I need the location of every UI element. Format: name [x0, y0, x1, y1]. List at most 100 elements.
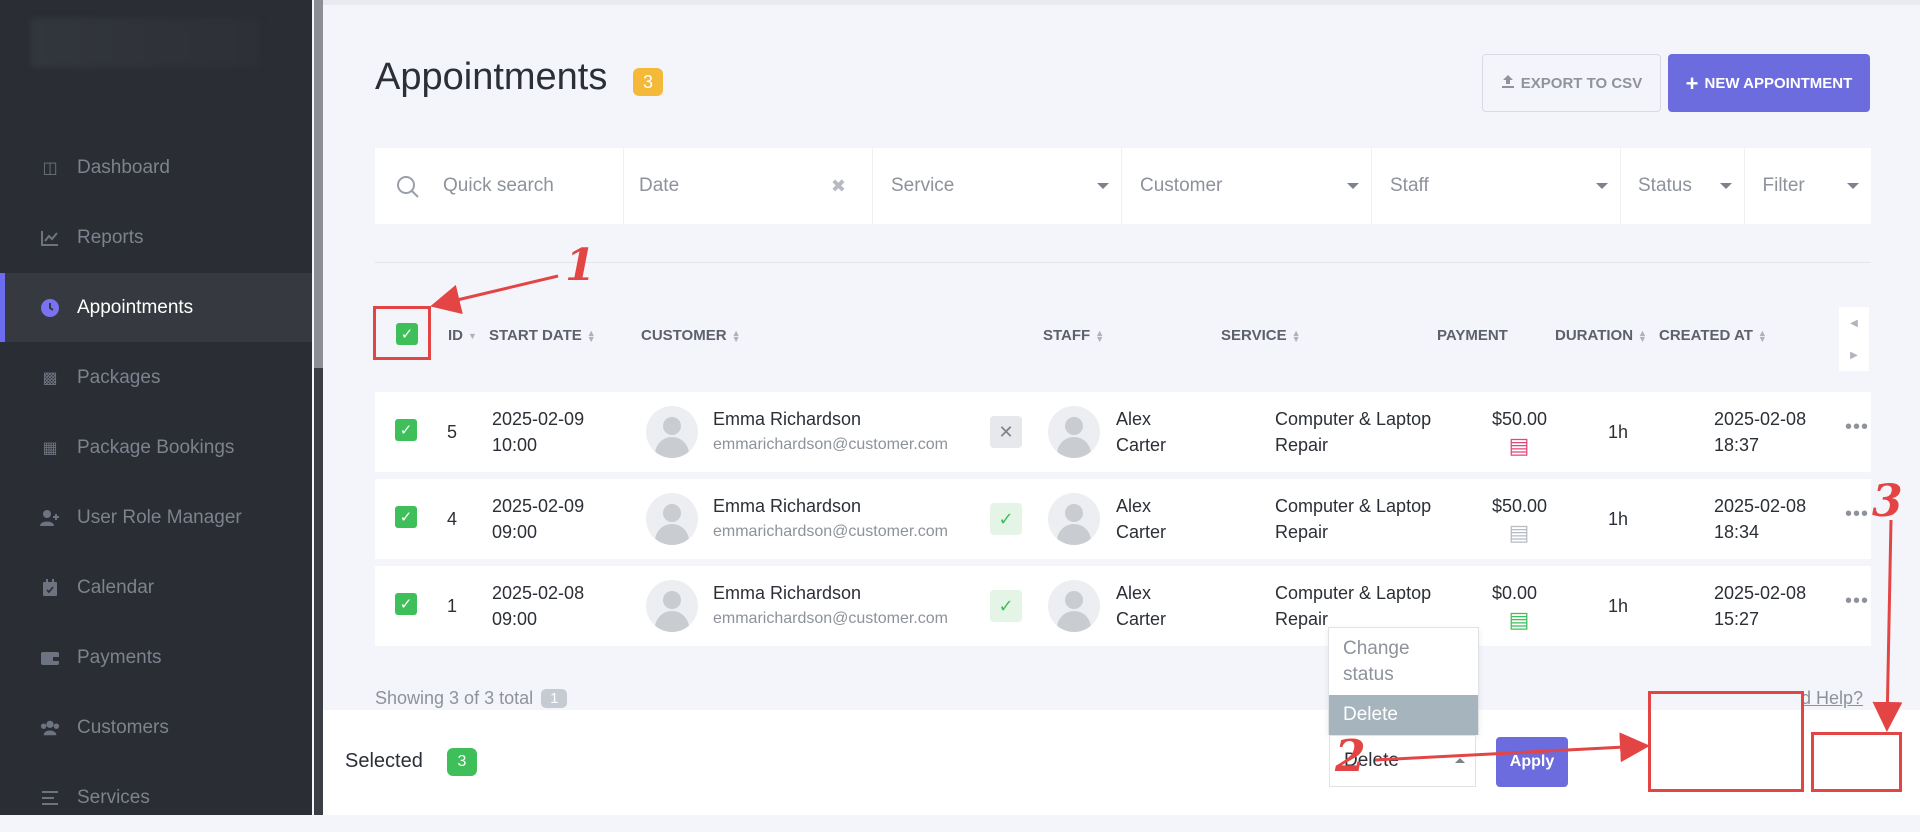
row-duration: 1h	[1608, 596, 1629, 616]
new-appointment-label: NEW APPOINTMENT	[1704, 74, 1853, 92]
user-plus-icon	[40, 508, 60, 528]
logo	[30, 18, 260, 68]
date-filter[interactable]: Date ✖	[624, 148, 873, 224]
sidebar-scrollbar-thumb[interactable]	[314, 0, 323, 368]
row-duration: 1h	[1608, 422, 1629, 442]
row-duration: 1h	[1608, 509, 1629, 529]
avatar	[646, 580, 698, 632]
sort-icon: ▲ ▼	[1291, 327, 1301, 344]
row-staff: Alex Carter	[1116, 406, 1166, 458]
row-id: 4	[447, 509, 458, 529]
receipt-icon[interactable]: ▤	[1508, 520, 1530, 545]
receipt-icon[interactable]: ▤	[1508, 607, 1530, 632]
chevron-down-icon	[1596, 183, 1608, 189]
more-actions-icon[interactable]: •••	[1845, 503, 1869, 526]
row-time: 09:00	[492, 609, 538, 629]
avatar	[1048, 406, 1100, 458]
quick-search[interactable]: Quick search	[375, 148, 624, 224]
row-created-at: 2025-02-08 15:27	[1714, 580, 1806, 632]
table-row[interactable]: ✓ 5 2025-02-09 10:00 Emma Richardson emmar…	[375, 392, 1871, 472]
page-number[interactable]: 1	[541, 689, 568, 708]
status-cancelled-icon[interactable]: ✕	[990, 416, 1022, 448]
export-csv-label: EXPORT TO CSV	[1520, 74, 1643, 92]
row-checkbox[interactable]: ✓	[395, 506, 417, 528]
menu-option-change-status[interactable]: Change status	[1343, 636, 1463, 688]
sidebar-item-services[interactable]: Services	[0, 763, 312, 832]
staff-last: Carter	[1116, 522, 1167, 542]
sidebar-item-customers[interactable]: Customers	[0, 693, 312, 762]
export-csv-button[interactable]: EXPORT TO CSV	[1482, 54, 1661, 112]
staff-filter[interactable]: Staff	[1372, 148, 1621, 224]
row-start-date: 2025-02-09 09:00	[492, 493, 584, 545]
package-booking-icon: ▦	[42, 439, 58, 457]
clock-icon	[40, 298, 60, 318]
sidebar-item-label: Appointments	[77, 296, 194, 318]
avatar	[1048, 580, 1100, 632]
col-created-at[interactable]: CREATED AT ▲ ▼	[1659, 327, 1767, 344]
created-time: 18:34	[1714, 522, 1760, 542]
staff-last: Carter	[1116, 435, 1167, 455]
row-date: 2025-02-09	[492, 409, 585, 429]
sidebar-item-packages[interactable]: ▩ Packages	[0, 343, 312, 412]
col-customer[interactable]: CUSTOMER ▲ ▼	[641, 327, 740, 344]
col-start-date[interactable]: START DATE ▲ ▼	[489, 327, 596, 344]
sort-icon: ▲ ▼	[1757, 327, 1767, 344]
row-customer[interactable]: Emma Richardson emmarichardson@customer.c…	[713, 580, 948, 632]
row-time: 09:00	[492, 522, 538, 542]
wallet-icon	[40, 648, 60, 668]
table-row[interactable]: ✓ 4 2025-02-09 09:00 Emma Richardson emmar…	[375, 479, 1871, 559]
row-service: Computer & Laptop Repair	[1275, 493, 1431, 545]
more-filter[interactable]: Filter	[1745, 148, 1871, 224]
service-line1: Computer & Laptop	[1275, 496, 1432, 516]
sidebar-item-dashboard[interactable]: ◫ Dashboard	[0, 133, 312, 202]
sidebar-item-payments[interactable]: Payments	[0, 623, 312, 692]
selected-label: Selected	[345, 750, 423, 772]
customer-filter[interactable]: Customer	[1122, 148, 1372, 224]
staff-last: Carter	[1116, 609, 1167, 629]
table-scroll-arrows[interactable]: ◀ ▶	[1839, 307, 1869, 371]
sidebar-item-label: Services	[77, 786, 150, 808]
need-help-link[interactable]: d Help?	[1801, 688, 1863, 709]
col-duration[interactable]: DURATION ▲ ▼	[1555, 327, 1647, 344]
sidebar-item-appointments[interactable]: Appointments	[0, 273, 312, 342]
row-date: 2025-02-08	[492, 583, 585, 603]
sidebar-item-user-role-manager[interactable]: User Role Manager	[0, 483, 312, 552]
clear-date-icon[interactable]: ✖	[831, 176, 846, 197]
apply-button[interactable]: Apply	[1496, 737, 1568, 787]
col-duration-label: DURATION	[1555, 327, 1634, 344]
staff-first: Alex	[1116, 583, 1152, 603]
menu-option-delete[interactable]: Delete	[1329, 695, 1478, 735]
search-input[interactable]: Quick search	[443, 175, 554, 197]
row-checkbox[interactable]: ✓	[395, 593, 417, 615]
col-start-date-label: START DATE	[489, 327, 582, 344]
receipt-icon[interactable]: ▤	[1508, 433, 1530, 458]
sidebar-item-package-bookings[interactable]: ▦ Package Bookings	[0, 413, 312, 482]
col-staff[interactable]: STAFF ▲ ▼	[1043, 327, 1104, 344]
col-id[interactable]: ID ▼	[448, 327, 477, 344]
avatar	[646, 493, 698, 545]
row-customer[interactable]: Emma Richardson emmarichardson@customer.c…	[713, 493, 948, 545]
row-checkbox[interactable]: ✓	[395, 419, 417, 441]
arrow-left-icon[interactable]: ◀	[1850, 318, 1858, 329]
status-approved-icon[interactable]: ✓	[990, 503, 1022, 535]
arrow-right-icon[interactable]: ▶	[1850, 350, 1858, 361]
sidebar-item-calendar[interactable]: Calendar	[0, 553, 312, 622]
more-actions-icon[interactable]: •••	[1845, 416, 1869, 439]
row-customer[interactable]: Emma Richardson emmarichardson@customer.c…	[713, 406, 948, 458]
more-actions-icon[interactable]: •••	[1845, 590, 1869, 613]
service-filter[interactable]: Service	[873, 148, 1122, 224]
col-service[interactable]: SERVICE ▲ ▼	[1221, 327, 1301, 344]
count-badge: 3	[633, 68, 663, 96]
annotation-box-2	[1648, 691, 1804, 792]
annotation-box-1	[373, 306, 431, 360]
status-filter[interactable]: Status	[1621, 148, 1745, 224]
divider	[375, 262, 1871, 263]
sort-icon: ▲ ▼	[731, 327, 741, 344]
table-row[interactable]: ✓ 1 2025-02-08 09:00 Emma Richardson emmar…	[375, 566, 1871, 646]
annotation-box-3	[1811, 732, 1902, 792]
status-approved-icon[interactable]: ✓	[990, 590, 1022, 622]
sidebar-item-reports[interactable]: Reports	[0, 203, 312, 272]
col-created-at-label: CREATED AT	[1659, 327, 1753, 344]
created-date: 2025-02-08	[1714, 409, 1807, 429]
new-appointment-button[interactable]: + NEW APPOINTMENT	[1668, 54, 1870, 112]
